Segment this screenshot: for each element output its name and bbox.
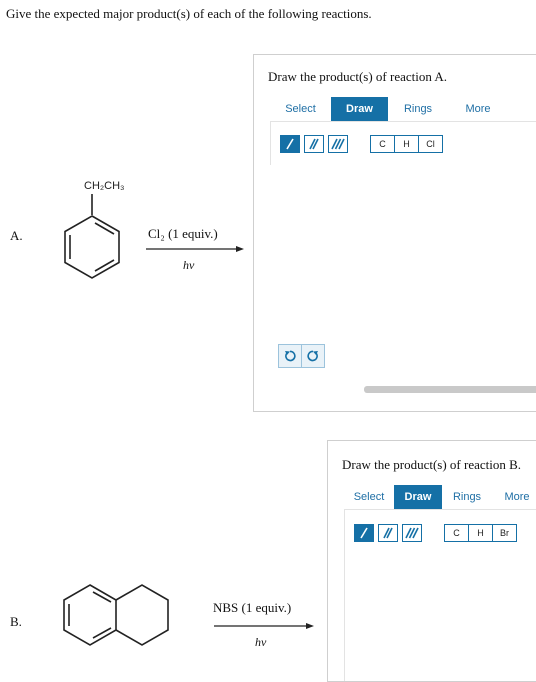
reaction-a-scheme: CH₂CH₃ Cl₂ (1 equiv.) hν	[64, 180, 244, 279]
panel-a-toolbar: Select Draw Rings More	[270, 97, 536, 122]
panel-b-title: Draw the product(s) of reaction B.	[342, 457, 522, 472]
single-bond-button[interactable]	[280, 135, 300, 153]
reaction-b-scheme: NBS (1 equiv.) hν	[63, 584, 314, 649]
toolbar-divider	[270, 121, 271, 165]
reaction-a-label: A.	[10, 228, 23, 243]
substituent-label: CH₂CH₃	[84, 180, 125, 192]
ethylbenzene-structure	[64, 194, 120, 279]
horizontal-scrollbar[interactable]	[364, 386, 536, 393]
double-bond-button[interactable]	[304, 135, 324, 153]
tab-select[interactable]: Select	[270, 97, 331, 121]
triple-bond-button[interactable]	[402, 524, 422, 542]
double-bond-button[interactable]	[378, 524, 398, 542]
condition-b: hν	[255, 635, 267, 649]
element-c-button[interactable]: C	[445, 525, 468, 541]
triple-bond-button[interactable]	[328, 135, 348, 153]
undo-icon	[285, 350, 296, 362]
element-br-button[interactable]: Br	[492, 525, 516, 541]
panel-a-element-buttons: C H Cl	[370, 135, 443, 153]
tab-select[interactable]: Select	[344, 485, 394, 509]
condition-a: hν	[183, 258, 195, 272]
single-bond-button[interactable]	[354, 524, 374, 542]
undo-button[interactable]	[279, 345, 301, 367]
panel-a-title: Draw the product(s) of reaction A.	[268, 69, 448, 84]
double-bond-icon	[383, 527, 393, 539]
tab-draw[interactable]: Draw	[394, 485, 442, 509]
tab-rings[interactable]: Rings	[442, 485, 492, 509]
element-cl-button[interactable]: Cl	[418, 136, 442, 152]
tetralin-structure	[63, 584, 169, 646]
redo-button[interactable]	[301, 345, 324, 367]
reagent-b: NBS (1 equiv.)	[213, 600, 291, 615]
double-bond-icon	[309, 138, 319, 150]
single-bond-icon	[360, 527, 368, 539]
triple-bond-icon	[331, 138, 345, 150]
element-h-button[interactable]: H	[394, 136, 418, 152]
panel-a-undo-redo	[278, 344, 325, 368]
panel-b-element-buttons: C H Br	[444, 524, 517, 542]
tab-more[interactable]: More	[448, 97, 508, 121]
reaction-b-label: B.	[10, 614, 22, 629]
tab-rings[interactable]: Rings	[388, 97, 448, 121]
tab-more[interactable]: More	[492, 485, 536, 509]
element-c-button[interactable]: C	[371, 136, 394, 152]
panel-b-toolbar: Select Draw Rings More	[344, 485, 536, 510]
tab-draw[interactable]: Draw	[331, 97, 388, 121]
redo-icon	[307, 350, 318, 362]
toolbar-divider	[344, 509, 345, 681]
reagent-a: Cl₂ (1 equiv.)	[148, 226, 218, 241]
drawing-panel-a[interactable]: Draw the product(s) of reaction A. Selec…	[253, 54, 536, 412]
single-bond-icon	[286, 138, 294, 150]
question-text: Give the expected major product(s) of ea…	[6, 6, 372, 21]
drawing-panel-b[interactable]: Draw the product(s) of reaction B. Selec…	[327, 440, 536, 682]
triple-bond-icon	[405, 527, 419, 539]
element-h-button[interactable]: H	[468, 525, 492, 541]
